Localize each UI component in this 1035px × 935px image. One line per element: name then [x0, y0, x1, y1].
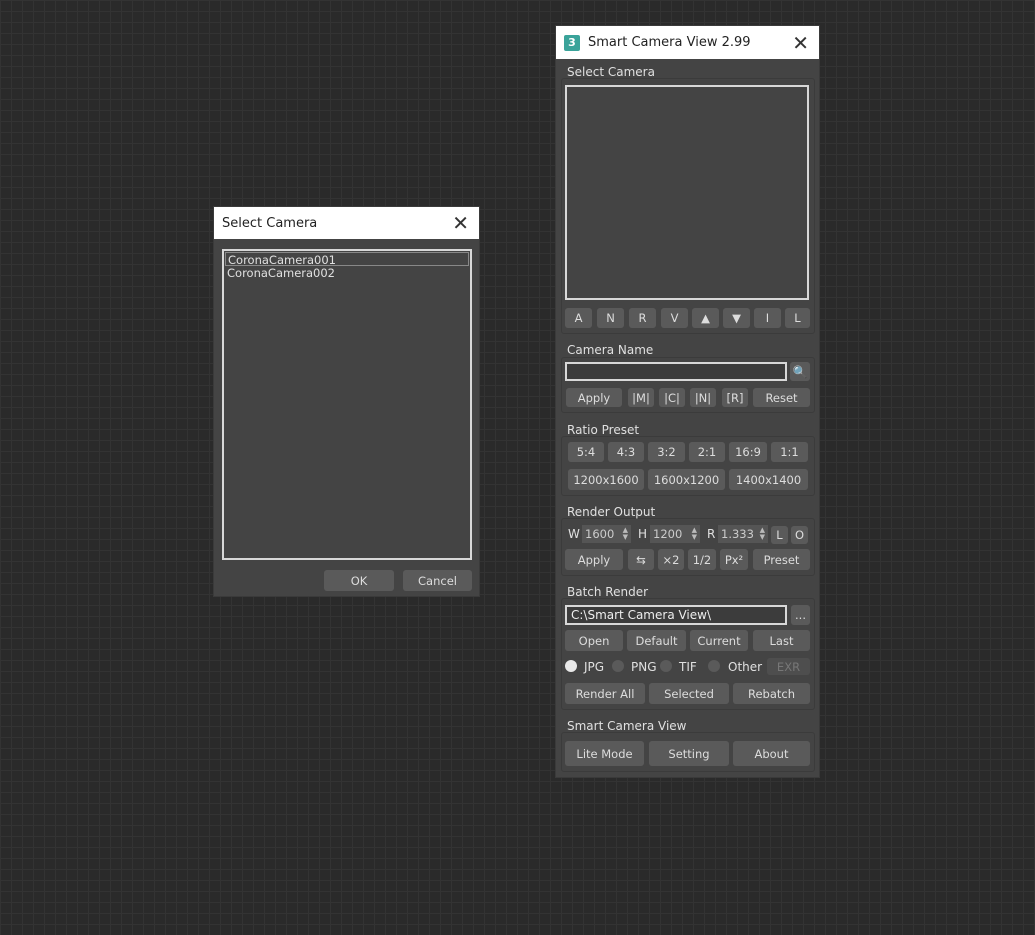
tif-label: TIF	[679, 660, 697, 674]
size-1600x1200-button[interactable]: 1600x1200	[648, 469, 725, 490]
width-label: W	[568, 527, 580, 541]
spinner-arrows-icon[interactable]: ▲ ▼	[760, 527, 765, 541]
cancel-button[interactable]: Cancel	[403, 570, 472, 591]
jpg-radio[interactable]	[565, 660, 577, 672]
ratio-1-1-button[interactable]: 1:1	[771, 442, 808, 462]
apply-output-button[interactable]: Apply	[565, 549, 623, 570]
default-button[interactable]: Default	[627, 630, 686, 651]
prefix-n-button[interactable]: |N|	[690, 388, 716, 407]
size-1200x1600-button[interactable]: 1200x1600	[568, 469, 644, 490]
app-logo-icon: 3	[564, 34, 580, 51]
main-titlebar: 3 Smart Camera View 2.99 ✕	[556, 26, 819, 59]
ratio-5-4-button[interactable]: 5:4	[568, 442, 604, 462]
reset-name-button[interactable]: Reset	[753, 388, 810, 407]
double-button[interactable]: ×2	[658, 549, 684, 570]
other-label: Other	[728, 660, 763, 674]
height-spinner[interactable]: 1200 ▲ ▼	[650, 525, 700, 543]
preset-button[interactable]: Preset	[753, 549, 810, 570]
i-button[interactable]: I	[754, 308, 781, 328]
height-label: H	[638, 527, 648, 541]
px2-button[interactable]: Px²	[720, 549, 748, 570]
ratio-4-3-button[interactable]: 4:3	[608, 442, 644, 462]
swap-button[interactable]: ⇆	[628, 549, 654, 570]
output-path-input[interactable]: C:\Smart Camera View\	[565, 605, 787, 625]
lite-mode-button[interactable]: Lite Mode	[565, 741, 644, 766]
move-up-button[interactable]: ▲	[692, 308, 719, 328]
list-item[interactable]: CoronaCamera001	[225, 252, 469, 267]
sort-r-button[interactable]: R	[629, 308, 656, 328]
suffix-r-button[interactable]: [R]	[722, 388, 748, 407]
prefix-m-button[interactable]: |M|	[628, 388, 654, 407]
ratio-spinner[interactable]: 1.333 ▲ ▼	[718, 525, 768, 543]
other-radio[interactable]	[708, 660, 720, 672]
ratio-label: R	[707, 527, 716, 541]
o-button[interactable]: O	[791, 526, 808, 544]
setting-button[interactable]: Setting	[649, 741, 729, 766]
rebatch-button[interactable]: Rebatch	[733, 683, 810, 704]
sort-v-button[interactable]: V	[661, 308, 688, 328]
camera-list[interactable]: CoronaCamera001 CoronaCamera002	[222, 249, 472, 560]
size-1400x1400-button[interactable]: 1400x1400	[729, 469, 808, 490]
batch-render-label: Batch Render	[567, 585, 649, 599]
open-button[interactable]: Open	[565, 630, 623, 651]
render-output-label: Render Output	[567, 505, 656, 519]
dialog-titlebar: Select Camera ✕	[214, 207, 479, 239]
half-button[interactable]: 1/2	[688, 549, 716, 570]
lock-l-button[interactable]: L	[771, 526, 788, 544]
tif-radio[interactable]	[660, 660, 672, 672]
ratio-value: 1.333	[721, 527, 754, 541]
window-title: Smart Camera View 2.99	[588, 35, 751, 50]
spinner-arrows-icon[interactable]: ▲ ▼	[623, 527, 628, 541]
apply-name-button[interactable]: Apply	[566, 388, 622, 407]
spinner-arrows-icon[interactable]: ▲ ▼	[692, 527, 697, 541]
select-camera-dialog: Select Camera ✕ CoronaCamera001 CoronaCa…	[213, 206, 480, 597]
ratio-preset-label: Ratio Preset	[567, 423, 640, 437]
render-selected-button[interactable]: Selected	[649, 683, 729, 704]
prefix-c-button[interactable]: |C|	[659, 388, 685, 407]
dialog-title: Select Camera	[222, 215, 318, 231]
sort-a-button[interactable]: A	[565, 308, 592, 328]
png-radio[interactable]	[612, 660, 624, 672]
ratio-16-9-button[interactable]: 16:9	[729, 442, 767, 462]
width-value: 1600	[585, 527, 615, 541]
current-button[interactable]: Current	[690, 630, 748, 651]
sort-n-button[interactable]: N	[597, 308, 624, 328]
about-section-label: Smart Camera View	[567, 719, 687, 733]
close-icon[interactable]: ✕	[792, 33, 809, 53]
search-button[interactable]: 🔍	[790, 362, 810, 381]
search-icon: 🔍	[792, 364, 808, 379]
ratio-2-1-button[interactable]: 2:1	[689, 442, 725, 462]
width-spinner[interactable]: 1600 ▲ ▼	[582, 525, 631, 543]
exr-button[interactable]: EXR	[767, 658, 810, 675]
render-all-button[interactable]: Render All	[565, 683, 645, 704]
png-label: PNG	[631, 660, 657, 674]
height-value: 1200	[653, 527, 683, 541]
ok-button[interactable]: OK	[324, 570, 394, 591]
select-camera-label: Select Camera	[567, 65, 655, 79]
about-button[interactable]: About	[733, 741, 810, 766]
camera-name-label: Camera Name	[567, 343, 654, 357]
list-item[interactable]: CoronaCamera002	[225, 266, 469, 280]
l-button[interactable]: L	[785, 308, 810, 328]
last-button[interactable]: Last	[753, 630, 810, 651]
close-icon[interactable]: ✕	[452, 213, 469, 233]
jpg-label: JPG	[584, 660, 605, 674]
camera-listbox[interactable]	[565, 85, 809, 300]
ratio-3-2-button[interactable]: 3:2	[648, 442, 685, 462]
move-down-button[interactable]: ▼	[723, 308, 750, 328]
camera-name-input[interactable]	[565, 362, 787, 381]
browse-button[interactable]: ...	[791, 605, 810, 625]
